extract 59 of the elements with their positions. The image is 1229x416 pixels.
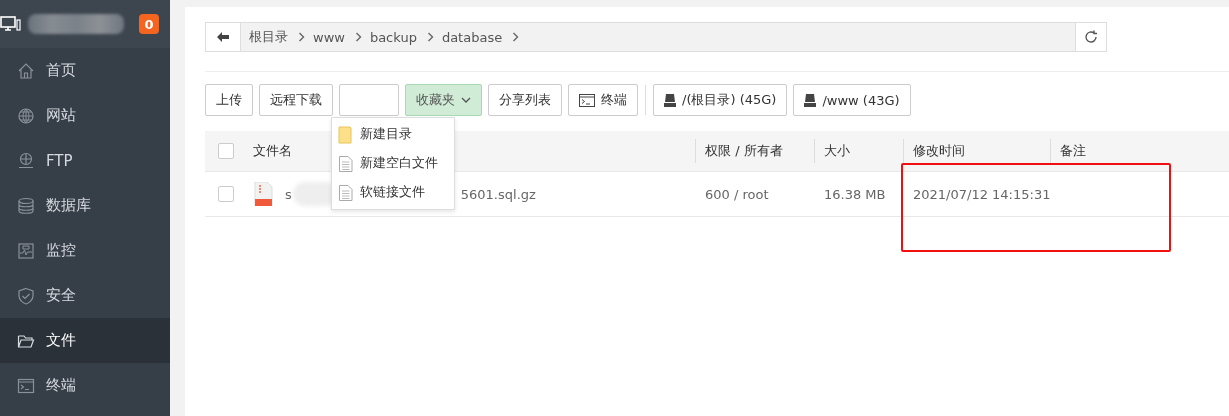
select-all-checkbox[interactable] [218,143,234,159]
shield-icon [17,286,35,305]
sidebar-item[interactable]: FTP [0,138,170,183]
terminal-button[interactable]: 终端 [568,84,638,116]
home-icon [17,61,35,80]
table-cell: 16.38 MB [824,186,886,202]
refresh-button[interactable] [1076,22,1107,52]
server-icon [0,16,22,32]
breadcrumb-link[interactable]: 根目录 [249,28,288,46]
breadcrumb-link[interactable]: www [313,29,345,45]
chevron-right-icon [426,32,434,42]
disk-button[interactable]: /(根目录) (45G) [653,84,788,116]
file-name: s [285,186,292,202]
menu-item[interactable]: 新建目录 [332,120,454,149]
terminal-icon [17,376,35,395]
sidebar-item[interactable]: 安全 [0,273,170,318]
menu-item[interactable]: 软链接文件 [332,178,454,207]
table-cell: 600 / root [705,186,769,202]
chevron-right-icon [354,32,362,42]
archive-file-icon [253,182,273,206]
back-arrow-icon [216,31,230,43]
favorites-dropdown[interactable]: 收藏夹 [405,84,482,116]
terminal-icon [579,93,595,107]
column-header: 权限 / 所有者 [705,143,783,158]
file-name[interactable]: 5601.sql.gz [460,186,536,202]
toolbar-button[interactable]: 上传 [205,84,253,116]
toolbar-button[interactable]: 分享列表 [488,84,562,116]
sidebar-item[interactable]: 首页 [0,48,170,93]
hard-drive-icon [804,93,817,107]
row-checkbox[interactable] [218,186,234,202]
breadcrumb-link[interactable]: database [441,29,503,45]
database-icon [17,196,35,215]
chevron-down-icon [461,96,471,104]
column-header: 修改时间 [913,143,965,158]
disk-button[interactable]: /www (43G) [793,84,911,116]
menu-item[interactable]: 新建空白文件 [332,149,454,178]
sidebar-item[interactable]: 数据库 [0,183,170,228]
breadcrumb-link[interactable]: backup [369,29,417,45]
chevron-right-icon [298,32,305,42]
refresh-icon [1084,30,1098,44]
hard-drive-icon [664,93,676,107]
sidebar-item[interactable]: 网站 [0,93,170,138]
monitor-icon [17,241,35,260]
table-cell: 2021/07/12 14:15:31 [913,186,1051,202]
back-button[interactable] [206,23,241,51]
column-header: 备注 [1060,143,1087,158]
sidebar-item[interactable]: 终端 [0,363,170,408]
document-icon [338,154,354,173]
globe-icon [17,106,35,125]
document-icon [338,183,354,202]
globe-icon [17,151,35,170]
folder-icon [338,125,354,144]
sidebar-item[interactable]: 文件 [0,318,170,363]
toolbar-button[interactable] [339,84,399,116]
column-header: 大小 [824,143,850,158]
column-header: 文件名 [253,143,292,158]
chevron-right-icon [512,32,520,42]
toolbar-button[interactable]: 远程下载 [259,84,333,116]
sidebar-item[interactable]: 监控 [0,228,170,273]
